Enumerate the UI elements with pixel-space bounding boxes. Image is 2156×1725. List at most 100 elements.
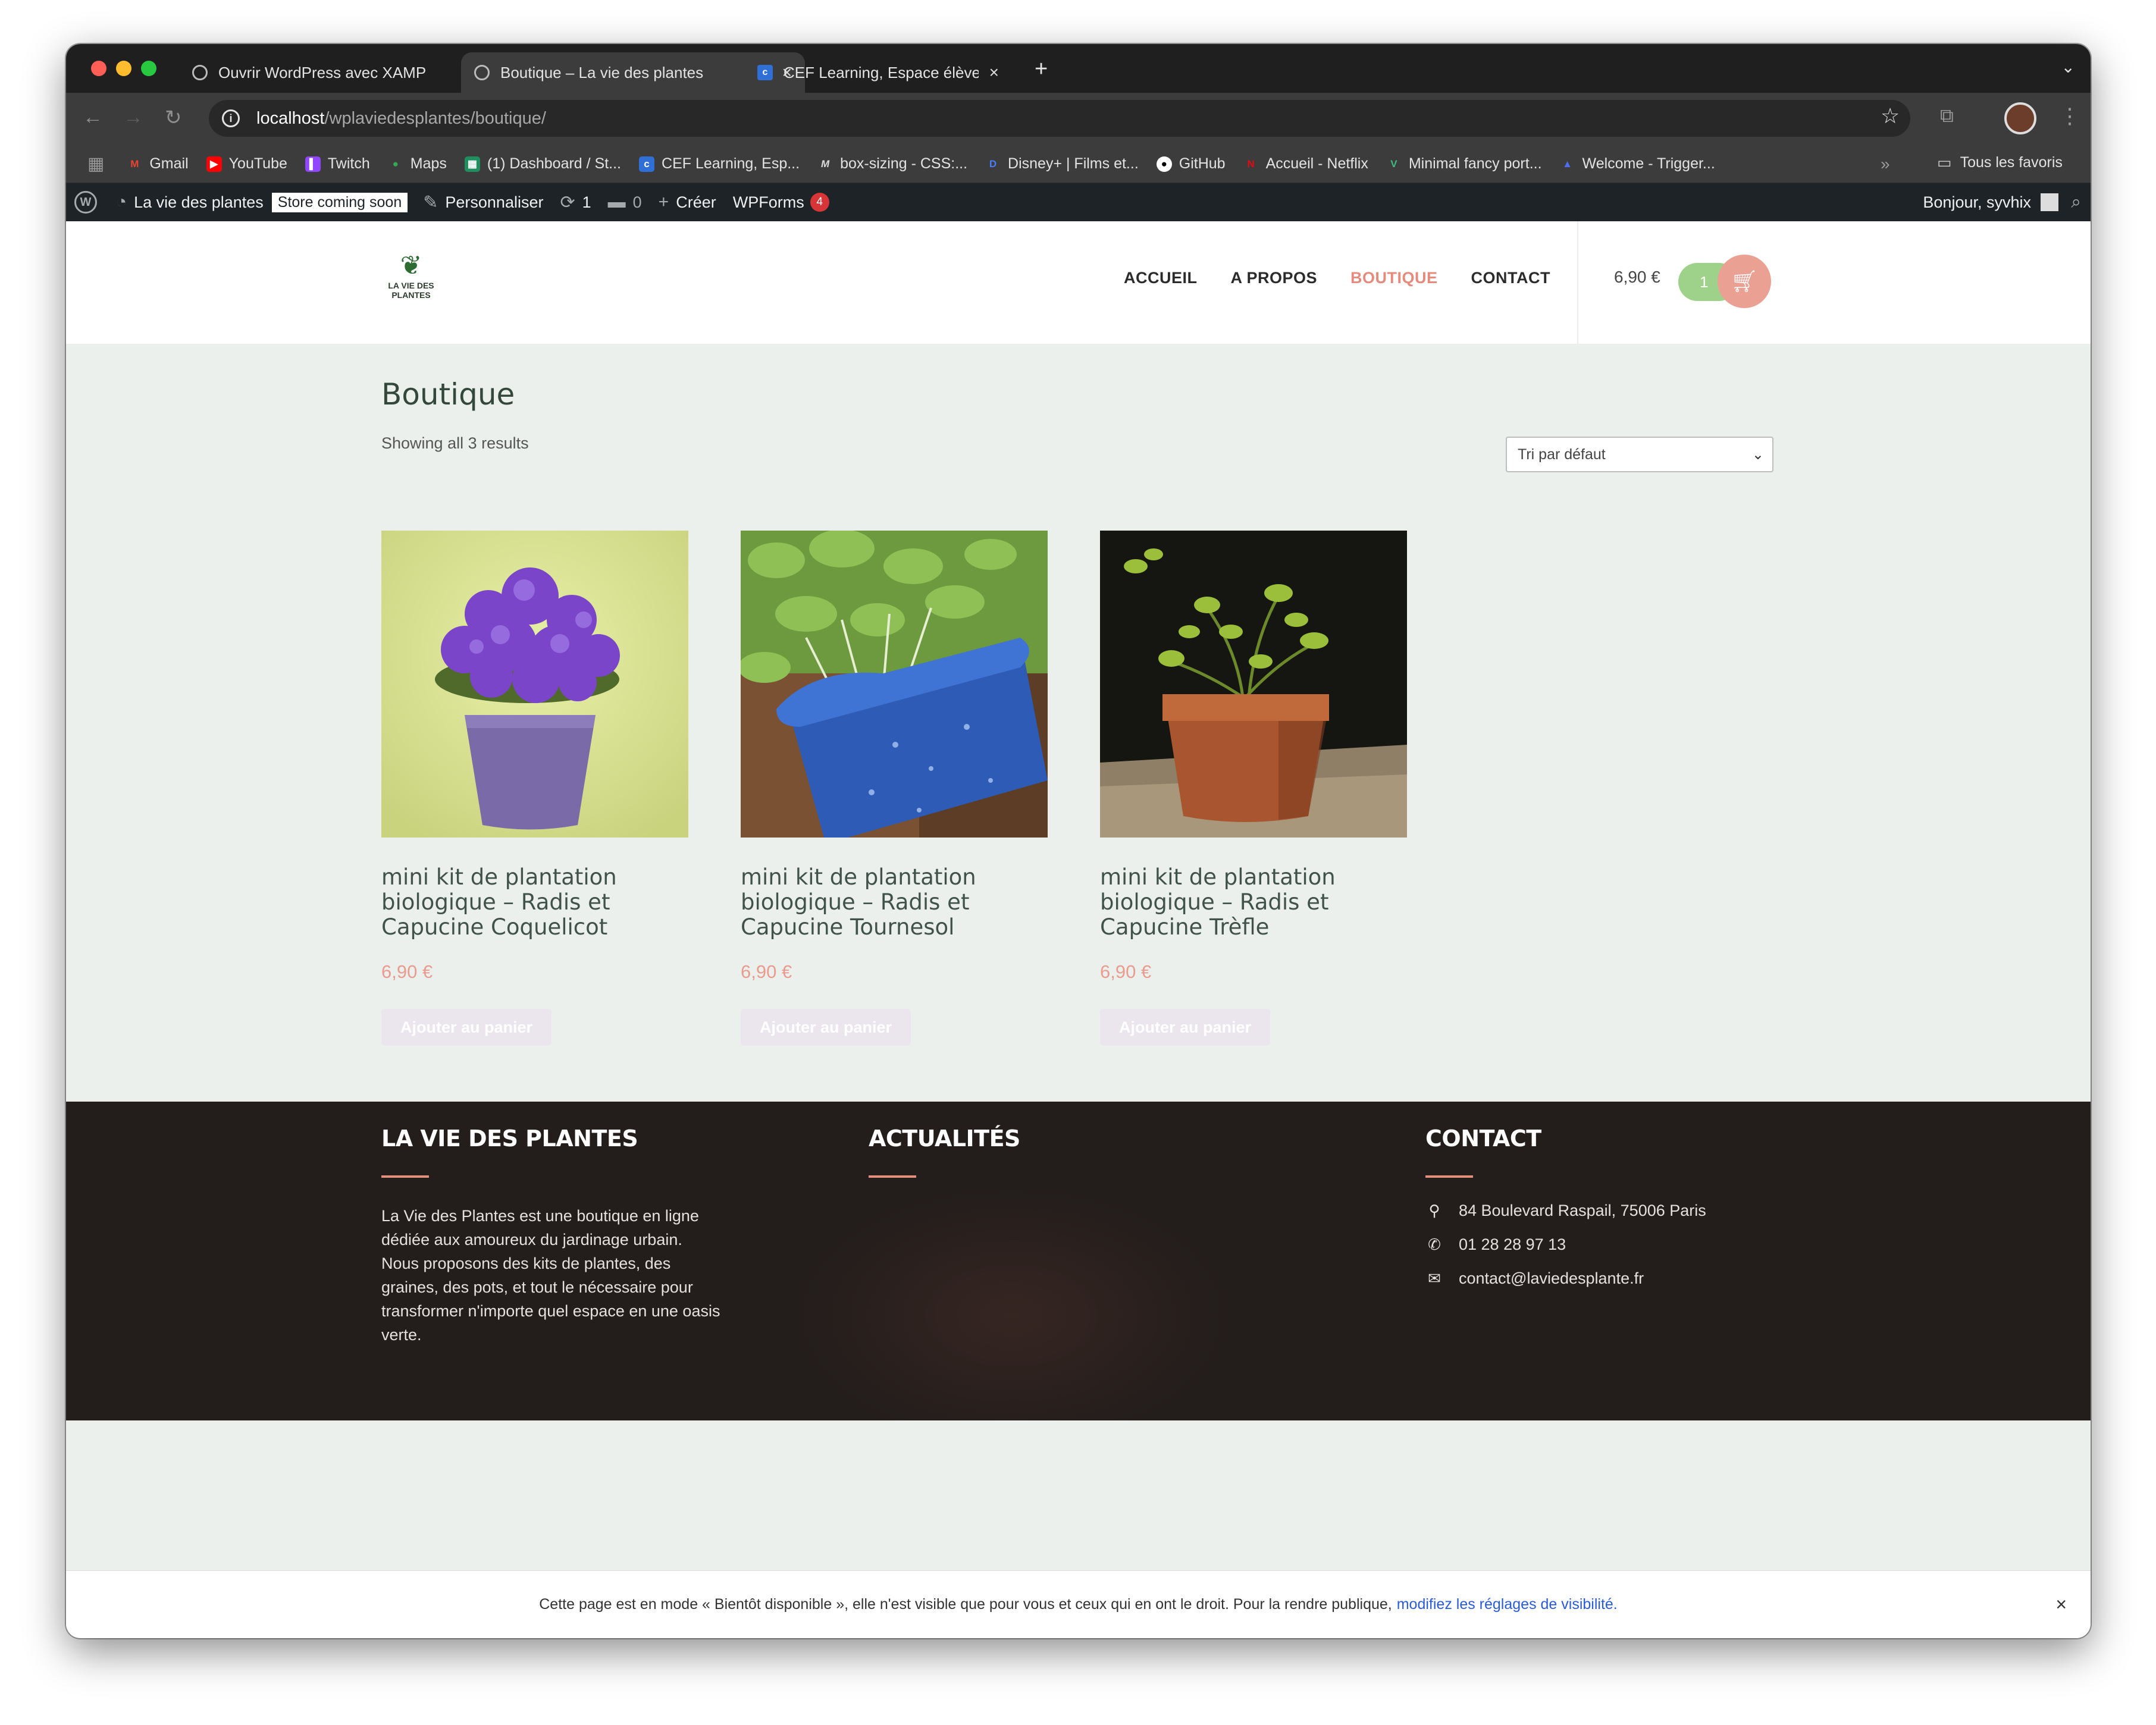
product-image-tournesol[interactable]: [741, 531, 1048, 838]
shopping-cart-icon: 🛒︎: [1731, 269, 1758, 293]
footer-news-title: ACTUALITÉS: [869, 1125, 1020, 1152]
github-icon: ●: [1156, 156, 1172, 172]
phone-icon: ✆: [1428, 1235, 1441, 1253]
nav-contact[interactable]: CONTACT: [1471, 269, 1550, 287]
product-price: 6,90 €: [381, 961, 433, 982]
site-favicon-icon: [474, 65, 490, 80]
terracotta-pot-image: [1100, 531, 1407, 838]
dashboard-icon: ▦: [464, 156, 480, 172]
footer-address: ⚲ 84 Boulevard Raspail, 75006 Paris: [1425, 1202, 1706, 1220]
trigger-icon: ▲: [1562, 158, 1572, 170]
footer-news: ACTUALITÉS: [869, 1125, 1020, 1178]
new-tab-button[interactable]: +: [1035, 57, 1048, 81]
footer-title-underline: [869, 1175, 916, 1178]
footer-about-text: La Vie des Plantes est une boutique en l…: [381, 1207, 720, 1344]
product-card: mini kit de plantation biologique – Radi…: [1100, 531, 1407, 1046]
footer-email[interactable]: ✉ contact@laviedesplante.fr: [1425, 1269, 1706, 1288]
back-arrow-icon[interactable]: ←: [83, 106, 103, 129]
address-bar[interactable]: i localhost /wplaviedesplantes/boutique/: [209, 100, 1910, 137]
netflix-icon: N: [1247, 158, 1255, 170]
dashboard-gauge-icon: ◔: [116, 192, 127, 212]
result-count: Showing all 3 results: [381, 434, 529, 452]
bookmark-cef-learning[interactable]: c CEF Learning, Esp...: [639, 155, 800, 172]
apps-grid-icon[interactable]: ▦: [87, 153, 104, 174]
site-info-icon[interactable]: i: [222, 109, 240, 127]
bookmark-minimal-portfolio[interactable]: V Minimal fancy port...: [1386, 155, 1541, 172]
minimize-window-button[interactable]: [116, 61, 131, 76]
browser-menu-icon[interactable]: ⋮: [2059, 104, 2080, 128]
extensions-puzzle-icon[interactable]: ⧉: [1940, 105, 1954, 127]
more-bookmarks-icon[interactable]: »: [1881, 155, 1890, 174]
site-logo[interactable]: ❦ LA VIE DES PLANTES: [381, 251, 441, 316]
updates-icon: ⟳: [560, 192, 575, 212]
add-to-cart-button[interactable]: Ajouter au panier: [1100, 1009, 1270, 1046]
site-footer: LA VIE DES PLANTES La Vie des Plantes es…: [66, 1102, 2091, 1420]
bookmark-mdn[interactable]: Mbox-sizing - CSS:...: [817, 155, 967, 172]
cart-total[interactable]: 6,90 €: [1614, 268, 1660, 287]
product-name[interactable]: mini kit de plantation biologique – Radi…: [381, 865, 661, 940]
forward-arrow-icon[interactable]: →: [123, 106, 143, 129]
user-avatar[interactable]: [2041, 193, 2058, 211]
bookmark-maps[interactable]: ● Maps: [388, 155, 447, 172]
bookmark-twitch[interactable]: ▌ Twitch: [305, 155, 370, 172]
page-title: Boutique: [381, 377, 515, 412]
map-pin-icon: ⚲: [1428, 1202, 1440, 1219]
sort-select[interactable]: Tri par défaut ⌄: [1506, 437, 1773, 472]
profile-avatar[interactable]: [2004, 102, 2036, 134]
purple-flower-pot-image: [381, 531, 688, 838]
visibility-settings-link[interactable]: modifiez les réglages de visibilité.: [1397, 1596, 1618, 1613]
bookmark-netflix[interactable]: N Accueil - Netflix: [1243, 155, 1368, 172]
tab-cef-learning[interactable]: c CEF Learning, Espace élève d ×: [744, 52, 1012, 93]
product-image-trefle[interactable]: [1100, 531, 1407, 838]
wp-logo-menu[interactable]: W: [74, 191, 104, 214]
bookmark-dashboard[interactable]: ▦ (1) Dashboard / St...: [464, 155, 621, 172]
nav-accueil[interactable]: ACCUEIL: [1124, 269, 1198, 287]
footer-about-title: LA VIE DES PLANTES: [381, 1125, 638, 1152]
maps-icon: ●: [392, 158, 399, 170]
footer-phone[interactable]: ✆ 01 28 28 97 13: [1425, 1235, 1706, 1254]
bookmark-youtube[interactable]: ▶ YouTube: [206, 155, 287, 172]
footer-title-underline: [381, 1175, 429, 1178]
updates-link[interactable]: ⟳ 1: [560, 192, 591, 213]
close-icon[interactable]: ×: [2055, 1594, 2067, 1616]
cart-button[interactable]: 🛒︎: [1718, 255, 1771, 308]
bookmark-trigger[interactable]: ▲ Welcome - Trigger...: [1560, 155, 1715, 172]
bookmark-github[interactable]: ● GitHub: [1156, 155, 1226, 172]
product-image-coquelicot[interactable]: [381, 531, 688, 838]
disney-icon: D: [989, 158, 997, 170]
tab-search-chevron-icon[interactable]: ⌄: [2061, 57, 2075, 77]
folder-icon: ▭: [1937, 153, 1952, 171]
nav-a-propos[interactable]: A PROPOS: [1231, 269, 1318, 287]
customize-link[interactable]: ✎ Personnaliser: [423, 192, 543, 213]
url-host: localhost: [256, 108, 325, 128]
reload-icon[interactable]: ↻: [165, 106, 182, 130]
wordpress-favicon-icon: [192, 65, 208, 80]
product-name[interactable]: mini kit de plantation biologique – Radi…: [741, 865, 1020, 940]
bookmark-disney[interactable]: D Disney+ | Films et...: [985, 155, 1139, 172]
add-to-cart-button[interactable]: Ajouter au panier: [381, 1009, 551, 1046]
product-name[interactable]: mini kit de plantation biologique – Radi…: [1100, 865, 1380, 940]
bookmarks-bar: ▦ M Gmail ▶ YouTube ▌ Twitch ● Maps ▦ (1) Das…: [66, 145, 2091, 183]
search-icon[interactable]: ⌕: [2071, 192, 2081, 212]
close-window-button[interactable]: [91, 61, 106, 76]
comments-link[interactable]: ▬ 0: [608, 192, 642, 212]
site-name-menu[interactable]: ◔ La vie des plantes: [116, 192, 264, 212]
store-coming-soon-badge[interactable]: Store coming soon: [271, 192, 408, 212]
footer-contact-list: ⚲ 84 Boulevard Raspail, 75006 Paris ✆ 01 2…: [1425, 1202, 1706, 1288]
bookmark-gmail[interactable]: M Gmail: [127, 155, 188, 172]
wordpress-icon: W: [74, 191, 97, 214]
browser-toolbar: ← → ↻ i localhost /wplaviedesplantes/bou…: [66, 93, 2091, 145]
brush-icon: ✎: [423, 192, 438, 212]
wp-admin-bar: W ◔ La vie des plantes Store coming soon …: [66, 183, 2091, 221]
add-to-cart-button[interactable]: Ajouter au panier: [741, 1009, 911, 1046]
create-new-menu[interactable]: + Créer: [659, 192, 716, 212]
all-bookmarks-folder[interactable]: ▭ Tous les favoris: [1937, 153, 2063, 172]
maximize-window-button[interactable]: [141, 61, 156, 76]
mdn-icon: M: [820, 158, 830, 170]
greeting-link[interactable]: Bonjour, syvhix: [1923, 193, 2031, 212]
wpforms-menu[interactable]: WPForms 4: [733, 193, 829, 212]
bookmark-star-icon[interactable]: ☆: [1881, 104, 1900, 128]
close-tab-icon[interactable]: ×: [989, 63, 999, 82]
nav-boutique[interactable]: BOUTIQUE: [1350, 269, 1438, 287]
product-card: mini kit de plantation biologique – Radi…: [381, 531, 688, 1046]
